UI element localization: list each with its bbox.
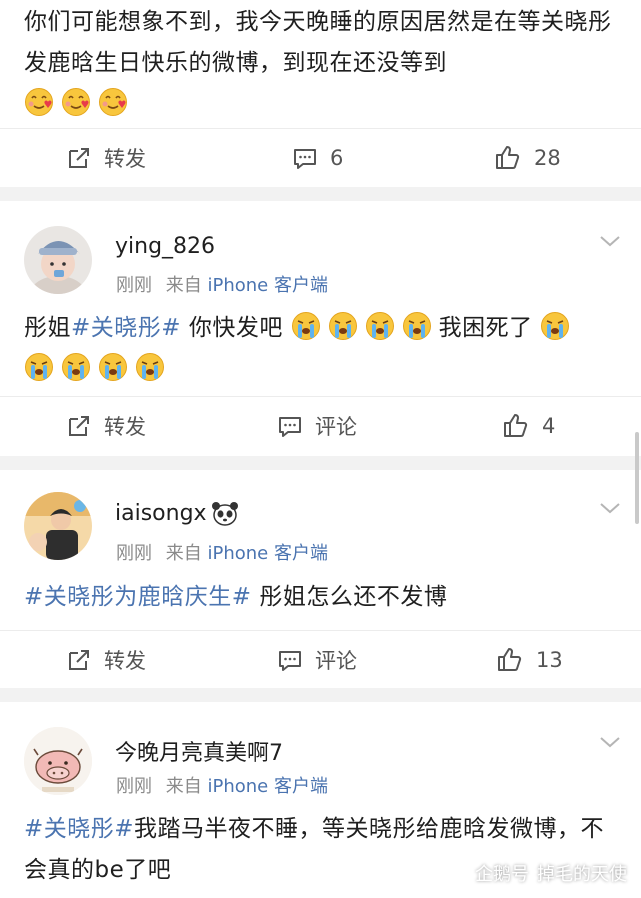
penguin-logo-icon — [448, 862, 466, 884]
crying-face-emoji-icon — [328, 311, 357, 341]
comment-icon — [294, 149, 316, 169]
repost-label: 转发 — [104, 147, 146, 171]
comment-body: 彤姐#关晓彤# 你快发吧 我困死了 — [24, 308, 623, 390]
comment-button[interactable]: 6 — [292, 129, 343, 187]
source-link[interactable]: iPhone 客户端 — [207, 275, 327, 296]
like-count: 13 — [536, 648, 563, 672]
crying-face-emoji-icon — [135, 352, 165, 382]
username[interactable]: iaisongx — [115, 501, 239, 526]
comment-body: #关晓彤为鹿晗庆生# 彤姐怎么还不发博 — [24, 577, 623, 618]
like-icon — [496, 146, 520, 169]
like-icon — [504, 414, 528, 437]
timestamp: 刚刚 — [116, 275, 152, 296]
source-link[interactable]: iPhone 客户端 — [207, 776, 327, 797]
comment-card: ying_826 刚刚 来自 iPhone 客户端 彤姐#关晓彤# 你快发吧 我… — [0, 201, 641, 456]
comment-icon — [279, 417, 301, 437]
chevron-down-icon[interactable] — [599, 235, 621, 248]
repost-label: 转发 — [104, 649, 146, 673]
comment-icon — [279, 651, 301, 671]
timestamp: 刚刚 — [116, 776, 152, 797]
crying-face-emoji-icon — [98, 352, 128, 382]
repost-button[interactable]: 转发 — [66, 129, 146, 187]
repost-button[interactable]: 转发 — [66, 397, 146, 455]
like-button[interactable]: 13 — [496, 631, 563, 689]
crying-face-emoji-icon — [365, 311, 394, 341]
comment-text: 彤姐 — [24, 315, 71, 341]
source-prefix: 来自 — [165, 543, 202, 564]
comment-meta: 刚刚 来自 iPhone 客户端 — [116, 539, 328, 565]
crying-face-emoji-icon — [291, 311, 320, 341]
comment-count: 6 — [330, 146, 344, 170]
username-text: iaisongx — [115, 501, 207, 526]
source-prefix: 来自 — [165, 275, 202, 296]
post-card: 你们可能想象不到，我今天晚睡的原因居然是在等关晓彤发鹿晗生日快乐的微博，到现在还… — [0, 0, 641, 187]
comment-meta: 刚刚 来自 iPhone 客户端 — [116, 271, 328, 297]
watermark: 企鹅号 掉毛的天使 — [445, 860, 627, 886]
topic-link[interactable]: #关晓彤# — [24, 816, 134, 842]
timestamp: 刚刚 — [116, 543, 152, 564]
crying-face-emoji-icon — [541, 311, 570, 341]
comment-actions: 转发 评论 4 — [0, 396, 641, 455]
avatar[interactable] — [24, 226, 92, 294]
crying-face-emoji-icon — [24, 352, 54, 382]
heart-face-emoji-icon — [61, 87, 91, 117]
comment-button[interactable]: 评论 — [277, 631, 357, 689]
avatar[interactable] — [24, 727, 92, 795]
comment-text: 我困死了 — [438, 315, 533, 341]
heart-face-emoji-icon — [24, 87, 54, 117]
heart-face-emoji-icon — [98, 87, 128, 117]
avatar[interactable] — [24, 492, 92, 560]
topic-link[interactable]: #关晓彤为鹿晗庆生# — [24, 584, 252, 610]
like-icon — [498, 648, 522, 671]
panda-emoji-icon — [211, 501, 238, 526]
topic-link[interactable]: #关晓彤# — [71, 315, 181, 341]
crying-face-emoji-icon — [61, 352, 91, 382]
source-prefix: 来自 — [165, 776, 202, 797]
comment-label: 评论 — [315, 649, 357, 673]
username[interactable]: 今晚月亮真美啊7 — [115, 735, 283, 767]
watermark-author: 掉毛的天使 — [537, 864, 627, 885]
username[interactable]: ying_826 — [115, 234, 215, 259]
repost-icon — [69, 650, 89, 670]
comment-card: iaisongx 刚刚 来自 iPhone 客户端 #关晓彤为鹿晗庆生# 彤姐怎… — [0, 470, 641, 688]
repost-icon — [69, 148, 89, 168]
separator — [0, 187, 641, 201]
like-count: 4 — [542, 414, 556, 438]
chevron-down-icon[interactable] — [599, 502, 621, 515]
post-text: 你们可能想象不到，我今天晚睡的原因居然是在等关晓彤发鹿晗生日快乐的微博，到现在还… — [24, 9, 612, 76]
post-body: 你们可能想象不到，我今天晚睡的原因居然是在等关晓彤发鹿晗生日快乐的微博，到现在还… — [24, 2, 623, 125]
comment-label: 评论 — [315, 415, 357, 439]
comment-meta: 刚刚 来自 iPhone 客户端 — [116, 772, 328, 798]
post-actions: 转发 6 28 — [0, 128, 641, 187]
repost-label: 转发 — [104, 415, 146, 439]
separator — [0, 456, 641, 470]
comment-text: 你快发吧 — [181, 315, 283, 341]
chevron-down-icon[interactable] — [599, 736, 621, 749]
like-button[interactable]: 4 — [502, 397, 555, 455]
repost-icon — [69, 416, 89, 436]
repost-button[interactable]: 转发 — [66, 631, 146, 689]
source-link[interactable]: iPhone 客户端 — [207, 543, 327, 564]
comment-button[interactable]: 评论 — [277, 397, 357, 455]
like-count: 28 — [534, 146, 561, 170]
crying-face-emoji-icon — [402, 311, 431, 341]
comment-actions: 转发 评论 13 — [0, 630, 641, 689]
watermark-brand: 企鹅号 — [475, 864, 529, 885]
comment-text: 彤姐怎么还不发博 — [251, 584, 448, 610]
like-button[interactable]: 28 — [494, 129, 561, 187]
separator — [0, 688, 641, 702]
scrollbar[interactable] — [635, 432, 639, 524]
